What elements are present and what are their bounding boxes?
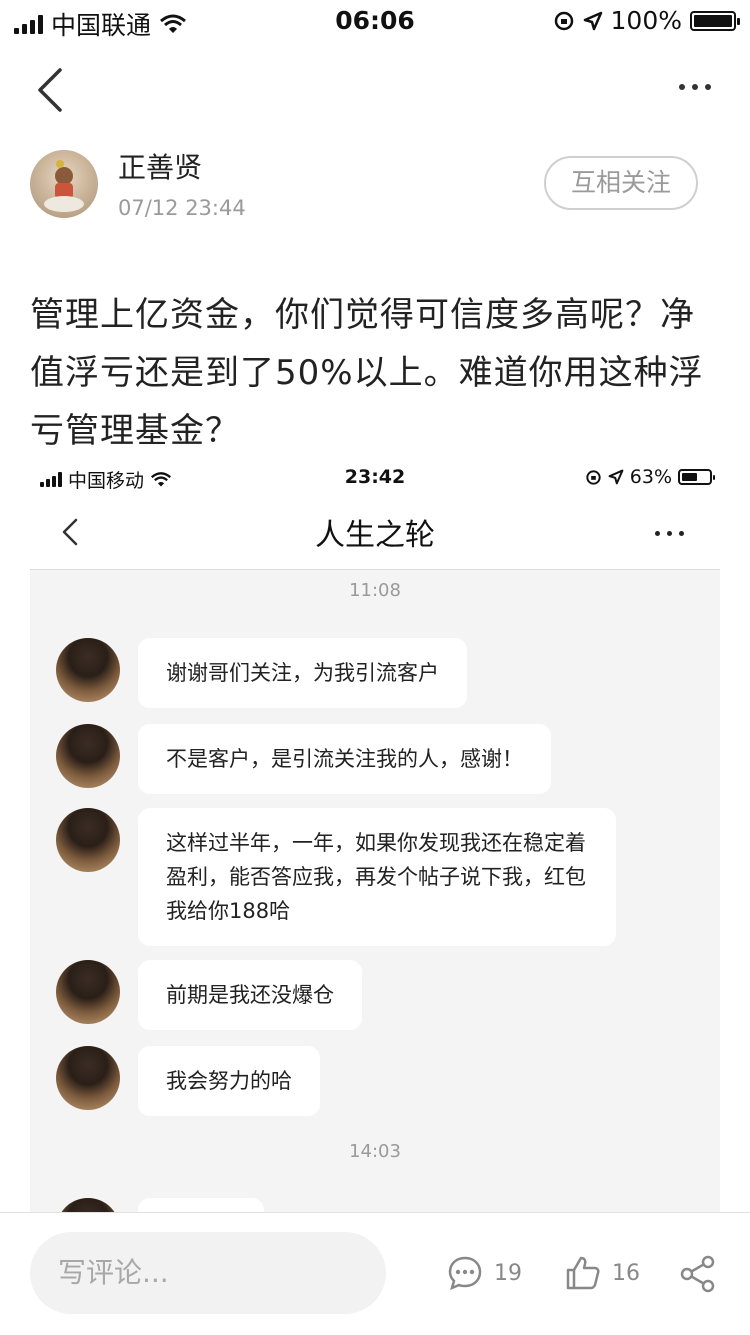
orientation-lock-icon: [586, 469, 601, 485]
status-bar: 中国联通 06:06 100%: [0, 0, 750, 40]
orientation-lock-icon: [554, 11, 573, 30]
avatar: [56, 960, 120, 1024]
status-right: 100%: [553, 6, 740, 35]
battery-percent: 100%: [610, 6, 682, 35]
message-bubble: 不是客户，是引流关注我的人，感谢！: [138, 724, 551, 794]
comment-count: 19: [494, 1260, 522, 1286]
chat-message: 谢谢哥们关注，为我引流客户: [56, 638, 467, 708]
post-time: 07/12 23:44: [118, 196, 246, 220]
like-count: 16: [612, 1260, 640, 1286]
comment-input[interactable]: 写评论...: [30, 1232, 386, 1314]
chat-message: 我会努力的哈: [56, 1046, 320, 1116]
avatar: [56, 724, 120, 788]
chat-timestamp: 14:03: [349, 1141, 401, 1162]
more-icon: [670, 72, 720, 102]
screenshot-chat-title: 人生之轮: [315, 518, 435, 553]
comment-button[interactable]: 19: [446, 1254, 522, 1292]
chat-timestamp: 11:08: [349, 580, 401, 601]
screenshot-status-bar: 中国移动 23:42 63%: [30, 458, 720, 500]
chat-message: 不是客户，是引流关注我的人，感谢！: [56, 724, 551, 794]
share-button[interactable]: [678, 1254, 718, 1294]
screenshot-more-icon: [646, 518, 692, 544]
author-name[interactable]: 正善贤: [118, 146, 202, 186]
message-bubble: 谢谢哥们关注，为我引流客户: [138, 638, 467, 708]
more-button[interactable]: [670, 72, 720, 102]
message-bubble: 前期是我还没爆仓: [138, 960, 362, 1030]
comment-icon: [448, 1256, 482, 1291]
like-icon: [566, 1256, 600, 1290]
like-button[interactable]: 16: [564, 1254, 640, 1292]
location-icon: [583, 11, 602, 30]
share-icon: [680, 1255, 715, 1293]
screenshot-battery-percent: 63%: [629, 466, 672, 488]
chat-message: 前期是我还没爆仓: [56, 960, 362, 1030]
follow-button[interactable]: 互相关注: [544, 156, 698, 210]
post-text: 管理上亿资金，你们觉得可信度多高呢？净值浮亏还是到了50%以上。难道你用这种浮亏…: [30, 295, 704, 451]
avatar: [56, 638, 120, 702]
battery-icon: [678, 469, 715, 485]
back-button[interactable]: [30, 62, 80, 118]
battery-icon: [690, 10, 740, 31]
back-icon: [38, 68, 62, 112]
screenshot-header: 中国移动 23:42 63% 人生之轮: [30, 458, 720, 570]
avatar-image: [44, 160, 84, 212]
avatar: [56, 808, 120, 872]
author-avatar[interactable]: [30, 150, 98, 218]
avatar: [56, 1046, 120, 1110]
message-bubble: 这样过半年，一年，如果你发现我还在稳定着盈利，能否答应我，再发个帖子说下我，红包…: [138, 808, 616, 946]
post-image[interactable]: 中国移动 23:42 63% 人生之轮 11:08 谢谢哥们关注，为我引流客户 …: [30, 458, 720, 1214]
chat-message: 这样过半年，一年，如果你发现我还在稳定着盈利，能否答应我，再发个帖子说下我，红包…: [56, 808, 616, 946]
location-icon: [608, 469, 624, 485]
message-bubble: 我会努力的哈: [138, 1046, 320, 1116]
screenshot-status-right: 63%: [585, 466, 715, 488]
